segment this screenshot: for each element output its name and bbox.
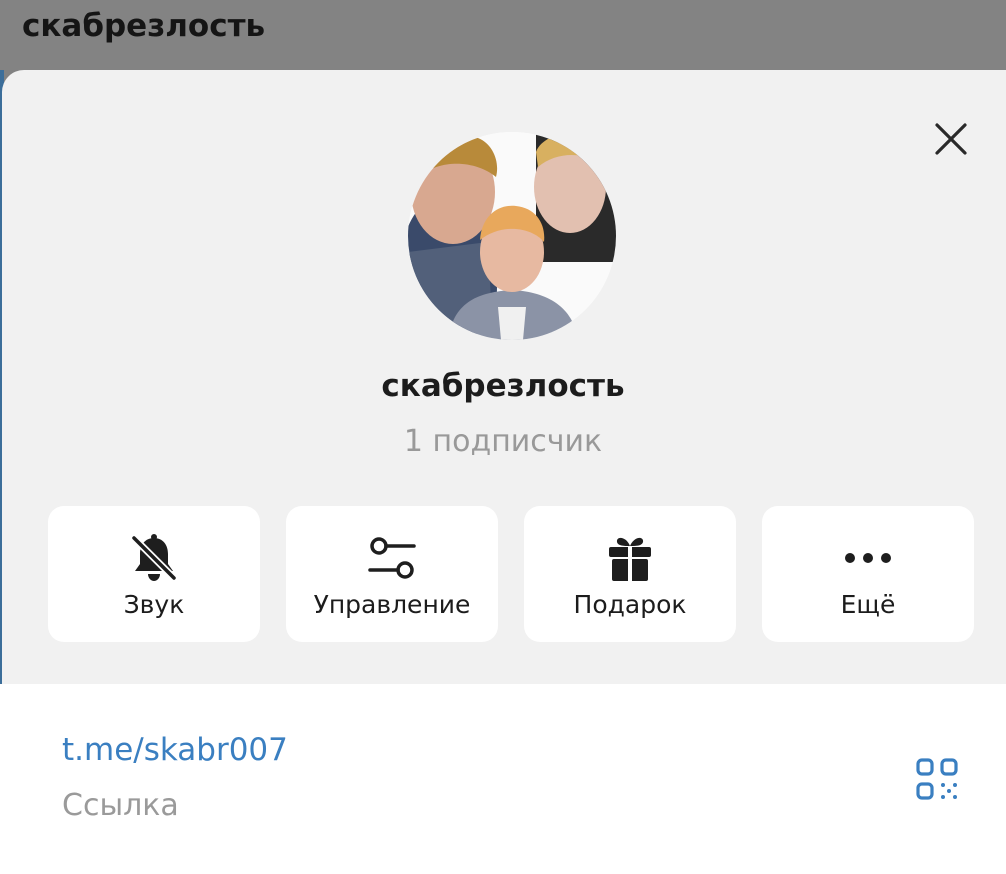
background-chat-title: скабрезлость <box>22 8 266 44</box>
more-dots-icon <box>845 553 891 563</box>
gift-button[interactable]: Подарок <box>524 506 736 642</box>
qr-code-icon <box>916 758 958 800</box>
close-button[interactable] <box>928 116 974 162</box>
subscriber-count: 1 подписчик <box>403 424 603 459</box>
close-icon <box>935 123 967 155</box>
manage-button-label: Управление <box>313 590 471 619</box>
channel-name: скабрезлость <box>381 368 625 404</box>
sound-button-label: Звук <box>123 590 185 619</box>
gift-button-label: Подарок <box>573 590 687 619</box>
channel-info-section: t.me/skabr007 Ссылка <box>0 684 1006 874</box>
channel-avatar[interactable] <box>408 132 616 340</box>
bell-muted-icon <box>131 534 177 581</box>
more-button[interactable]: Ещё <box>762 506 974 642</box>
gift-icon <box>609 537 651 581</box>
more-button-label: Ещё <box>840 590 896 619</box>
channel-link-caption: Ссылка <box>62 788 179 823</box>
background-chat-header: скабрезлость <box>0 0 1006 70</box>
sliders-icon <box>368 537 416 579</box>
qr-code-button[interactable] <box>914 756 960 802</box>
manage-button[interactable]: Управление <box>286 506 498 642</box>
channel-link[interactable]: t.me/skabr007 <box>62 732 288 768</box>
sound-button[interactable]: Звук <box>48 506 260 642</box>
